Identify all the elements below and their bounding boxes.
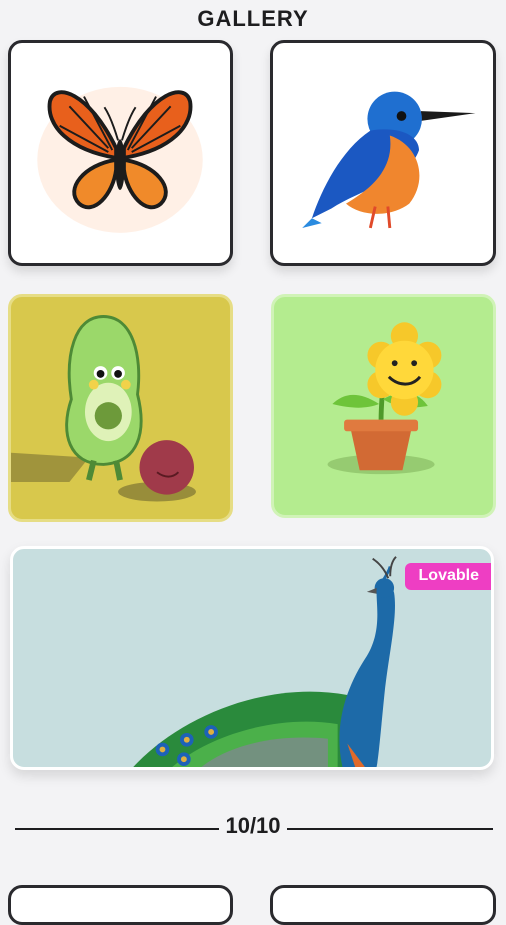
- gallery-card-peacock[interactable]: Lovable: [10, 546, 494, 770]
- gallery-card-kingfisher[interactable]: [270, 40, 496, 266]
- gallery-card-sunflower[interactable]: [271, 294, 496, 518]
- lovable-badge: Lovable: [404, 563, 491, 590]
- gallery-card-partial-left[interactable]: [8, 885, 233, 925]
- gallery-card-partial-right[interactable]: [270, 885, 496, 925]
- sunflower-icon: [327, 322, 442, 475]
- page-counter-text: 10/10: [221, 813, 285, 838]
- avocado-icon: [11, 315, 196, 502]
- gallery-card-butterfly[interactable]: [8, 40, 233, 266]
- page-title: GALLERY: [197, 6, 309, 31]
- butterfly-icon: [37, 86, 203, 233]
- page-counter: 10/10: [0, 813, 506, 839]
- gallery-card-avocado[interactable]: [8, 294, 233, 522]
- kingfisher-icon: [302, 91, 476, 229]
